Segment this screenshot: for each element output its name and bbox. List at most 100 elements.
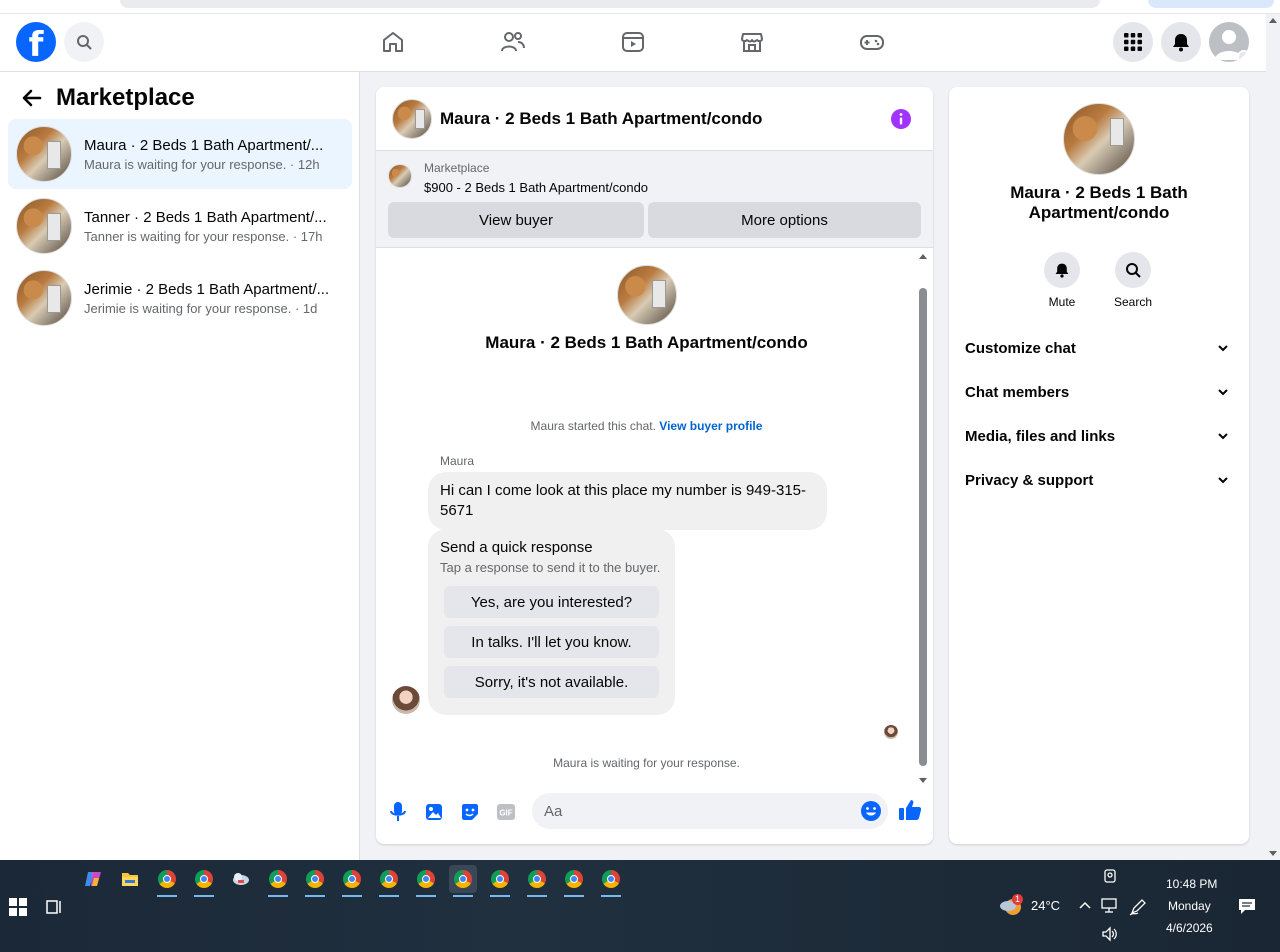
quick-reply-button[interactable]: Yes, are you interested? (444, 586, 659, 618)
message-input[interactable] (532, 793, 888, 829)
chat-panel: Maura · 2 Beds 1 Bath Apartment/condo Ma… (376, 87, 933, 844)
menu-grid-icon (1124, 33, 1142, 51)
nav-home[interactable] (379, 28, 407, 56)
chrome-app-11[interactable] (597, 865, 625, 897)
network-icon[interactable] (1101, 898, 1119, 914)
windows-start-icon[interactable] (9, 898, 27, 916)
bell-icon (1173, 34, 1189, 52)
file-explorer-app[interactable] (116, 865, 144, 893)
emoji-icon[interactable] (860, 800, 882, 822)
chat-title[interactable]: Maura · 2 Beds 1 Bath Apartment/condo (440, 109, 762, 129)
gif-button[interactable]: GIF (495, 801, 517, 823)
browser-action-button[interactable] (1148, 0, 1274, 8)
search-button[interactable] (64, 22, 104, 62)
folder-icon (122, 873, 138, 886)
account-avatar[interactable] (1209, 22, 1249, 62)
scroll-up-icon[interactable] (1269, 18, 1277, 23)
chevron-down-icon (1218, 389, 1228, 396)
chrome-app-9[interactable] (523, 865, 551, 897)
scroll-down-icon[interactable] (1269, 851, 1277, 856)
chat-avatar[interactable] (392, 98, 432, 139)
mute-label: Mute (1048, 295, 1076, 309)
chat-members-section[interactable]: Chat members (957, 370, 1241, 414)
conversation-title: Jerimie · 2 Beds 1 Bath Apartment/... (84, 280, 330, 298)
address-bar[interactable] (120, 0, 1100, 8)
voice-clip-button[interactable] (387, 801, 409, 823)
meet-now-icon[interactable] (1102, 868, 1118, 884)
search-icon (1126, 263, 1141, 278)
search-in-chat-button[interactable]: Search (1103, 252, 1163, 309)
facebook-logo[interactable]: f (16, 22, 56, 62)
mute-button[interactable]: Mute (1032, 252, 1092, 309)
copilot-app[interactable] (79, 865, 107, 893)
notification-center-icon[interactable] (1238, 897, 1256, 915)
chrome-app-7[interactable] (412, 865, 440, 897)
thread-scrollbar[interactable] (917, 248, 929, 783)
view-buyer-profile-link[interactable]: View buyer profile (659, 419, 762, 433)
quick-reply-button[interactable]: In talks. I'll let you know. (444, 626, 659, 658)
nav-video[interactable] (619, 28, 647, 56)
clock-day[interactable]: Monday (1168, 899, 1211, 913)
chrome-app-4[interactable] (301, 865, 329, 897)
listing-price-title[interactable]: $900 - 2 Beds 1 Bath Apartment/condo (424, 180, 648, 195)
nav-marketplace[interactable] (738, 28, 766, 56)
message-composer: GIF (376, 783, 933, 844)
listing-thumbnail (16, 126, 72, 182)
chrome-app-2[interactable] (190, 865, 218, 897)
info-icon[interactable] (891, 109, 911, 129)
chrome-app-5[interactable] (338, 865, 366, 897)
message-bubble[interactable]: Hi can I come look at this place my numb… (428, 472, 827, 530)
chrome-app-10[interactable] (560, 865, 588, 897)
weather-badge: 1 (1012, 894, 1023, 905)
sender-name: Maura (440, 454, 475, 468)
read-receipt-avatar (884, 725, 898, 739)
chrome-app-6[interactable] (375, 865, 403, 897)
chevron-up-icon[interactable] (1079, 900, 1091, 910)
privacy-support-section[interactable]: Privacy & support (957, 458, 1241, 502)
svg-text:GIF: GIF (499, 809, 512, 818)
more-options-button[interactable]: More options (648, 202, 921, 238)
weather-widget-app[interactable] (227, 865, 255, 893)
chat-started-notice: Maura started this chat. View buyer prof… (376, 419, 917, 433)
nav-friends[interactable] (499, 28, 527, 56)
clock-date[interactable]: 4/6/2026 (1166, 921, 1213, 935)
customize-chat-section[interactable]: Customize chat (957, 326, 1241, 370)
clock-time[interactable]: 10:48 PM (1166, 877, 1217, 891)
conversation-item-jerimie[interactable]: Jerimie · 2 Beds 1 Bath Apartment/... Je… (8, 263, 352, 333)
back-arrow-icon[interactable] (20, 86, 44, 110)
scrollbar-thumb[interactable] (919, 288, 927, 766)
listing-banner: Marketplace $900 - 2 Beds 1 Bath Apartme… (376, 151, 933, 248)
chrome-app-1[interactable] (153, 865, 181, 897)
chrome-icon (158, 870, 176, 888)
page-scrollbar[interactable] (1266, 14, 1280, 860)
section-label: Media, files and links (965, 427, 1116, 445)
info-title: Maura · 2 Beds 1 Bath Apartment/condo (1010, 183, 1188, 222)
notifications-button[interactable] (1161, 22, 1201, 62)
conversation-item-maura[interactable]: Maura · 2 Beds 1 Bath Apartment/... Maur… (8, 119, 352, 189)
thumbs-up-icon[interactable] (898, 798, 922, 822)
chrome-app-8[interactable] (486, 865, 514, 897)
sender-avatar[interactable] (392, 686, 420, 714)
task-view-icon[interactable] (45, 898, 63, 916)
quick-response-title: Send a quick response (440, 539, 593, 556)
video-icon (622, 32, 644, 52)
scroll-up-icon[interactable] (919, 254, 927, 259)
chevron-down-icon (1237, 50, 1249, 62)
weather-temperature[interactable]: 24°C (1031, 898, 1060, 913)
chrome-app-active[interactable] (449, 865, 477, 897)
quick-reply-button[interactable]: Sorry, it's not available. (444, 666, 659, 698)
view-buyer-button[interactable]: View buyer (388, 202, 644, 238)
sticker-button[interactable] (459, 801, 481, 823)
listing-thumbnail[interactable] (388, 164, 412, 188)
conversation-item-tanner[interactable]: Tanner · 2 Beds 1 Bath Apartment/... Tan… (8, 191, 352, 261)
menu-button[interactable] (1113, 22, 1153, 62)
friends-icon (501, 32, 525, 52)
chrome-app-3[interactable] (264, 865, 292, 897)
attach-photo-button[interactable] (423, 801, 445, 823)
pen-icon[interactable] (1129, 898, 1147, 916)
media-files-links-section[interactable]: Media, files and links (957, 414, 1241, 458)
nav-gaming[interactable] (858, 28, 886, 56)
volume-icon[interactable] (1101, 926, 1119, 942)
gif-icon: GIF (497, 804, 515, 820)
chevron-down-icon (1218, 477, 1228, 484)
